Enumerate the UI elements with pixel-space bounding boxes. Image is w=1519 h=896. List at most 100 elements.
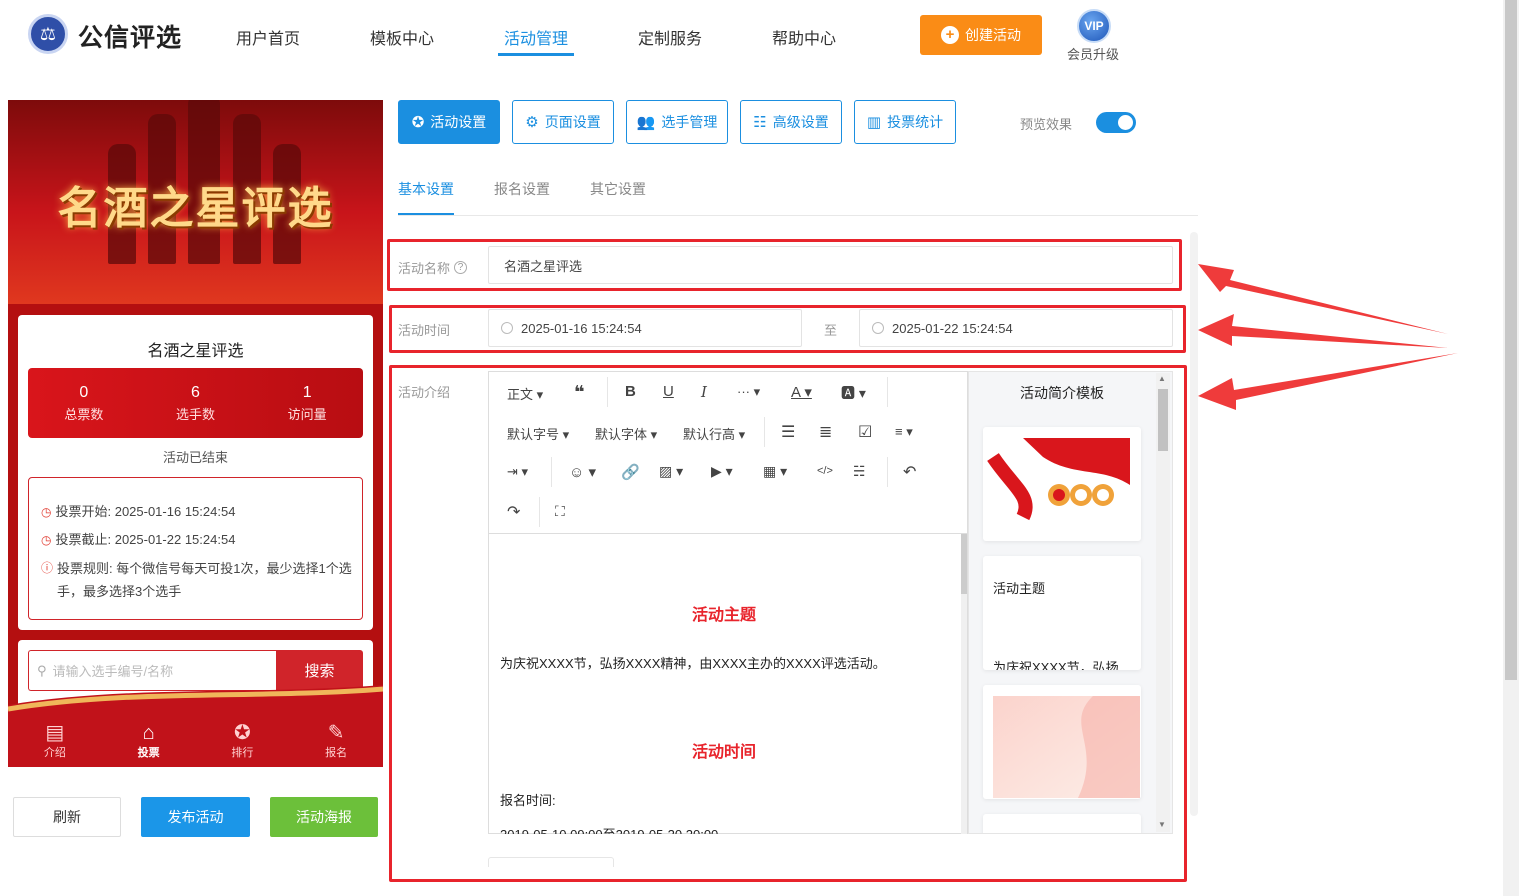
emoji-icon[interactable]: ☺ ▾ <box>569 463 596 481</box>
scroll-down-arrow-icon[interactable]: ▼ <box>1158 820 1166 829</box>
vip-upgrade-link[interactable]: 会员升级 <box>1067 44 1119 63</box>
tab-label: 报名 <box>325 747 348 759</box>
table-icon[interactable]: ▦ ▾ <box>763 463 787 480</box>
tab-ranking[interactable]: ✪ 排行 <box>196 718 290 767</box>
subtab-basic[interactable]: 基本设置 <box>398 179 454 199</box>
editor-content-area[interactable]: 活动主题 为庆祝XXXX节，弘扬XXXX精神，由XXXX主办的XXXX评选活动。… <box>489 534 959 834</box>
toolbar-separator <box>887 457 888 487</box>
editor-scrollbar-thumb[interactable] <box>961 534 967 594</box>
tab-vote[interactable]: ⌂ 投票 <box>102 718 196 767</box>
start-time-input[interactable]: 2025-01-16 15:24:54 <box>488 309 802 347</box>
vote-rules-box: ◷ 投票开始: 2025-01-16 15:24:54 ◷ 投票截止: 2025-0… <box>28 477 363 620</box>
tab-page-settings[interactable]: ⚙ 页面设置 <box>512 100 614 144</box>
line-height-label: 默认行高 <box>683 427 736 442</box>
numbered-list-icon[interactable]: ≣ <box>819 422 832 442</box>
banner-title: 名酒之星评选 <box>57 183 334 234</box>
activity-name-label-group: 活动名称 ? <box>398 258 468 277</box>
paragraph-format-dropdown[interactable]: 正文 ▾ <box>507 384 543 403</box>
line-height-dropdown[interactable]: 默认行高 ▾ <box>683 424 745 443</box>
search-icon: ⚲ <box>37 662 47 678</box>
stat-label: 选手数 <box>176 407 216 422</box>
divider-line-icon[interactable]: ☵ <box>853 463 866 480</box>
template-card-title: 活动主题 <box>993 581 1046 596</box>
checklist-icon[interactable]: ☑ <box>858 422 872 442</box>
poster-button[interactable]: 活动海报 <box>270 797 378 837</box>
tab-vote-statistics[interactable]: ▥ 投票统计 <box>854 100 956 144</box>
subtab-active-indicator <box>398 213 454 215</box>
template-panel-title: 活动简介模板 <box>1020 385 1104 401</box>
template-scrollbar-thumb[interactable] <box>1158 389 1168 451</box>
nav-home[interactable]: 用户首页 <box>236 25 300 49</box>
plus-icon: + <box>941 26 959 44</box>
editor-toolbar: 正文 ▾ ❝ B U I ··· ▾ A ▾ 🅰 ▾ 默认字号 ▾ 默认字体 ▾… <box>489 372 967 534</box>
help-icon[interactable]: ? <box>454 261 468 274</box>
stat-label: 总票数 <box>64 407 104 422</box>
content-paragraph: 2019-05-10 09:00至2019-05-20 20:00 <box>500 824 718 834</box>
template-card[interactable]: 活动主题 为庆祝XXXX节，弘扬 <box>983 556 1141 670</box>
link-icon[interactable]: 🔗 <box>621 463 640 481</box>
edit-form-icon: ✎ <box>327 722 345 744</box>
bold-icon[interactable]: B <box>625 383 636 400</box>
video-icon[interactable]: ▶ ▾ <box>711 463 733 480</box>
end-time-input[interactable]: 2025-01-22 15:24:54 <box>859 309 1173 347</box>
tab-activity-settings[interactable]: ✪ 活动设置 <box>398 100 500 144</box>
activity-intro-label: 活动介绍 <box>398 385 451 400</box>
nav-templates[interactable]: 模板中心 <box>370 25 434 49</box>
preview-activity-title: 名酒之星评选 <box>147 343 244 360</box>
tab-intro[interactable]: ▤ 介绍 <box>8 718 102 767</box>
create-activity-button[interactable]: + 创建活动 <box>920 15 1042 55</box>
brand-name[interactable]: 公信评选 <box>78 18 182 54</box>
redo-icon[interactable]: ↷ <box>507 502 520 522</box>
users-icon: 👥 <box>636 114 656 131</box>
nav-active-indicator <box>498 53 574 56</box>
arrow-to-time <box>1198 314 1448 348</box>
code-icon[interactable]: </> <box>817 465 833 477</box>
fullscreen-icon[interactable]: ⛶ <box>555 503 565 520</box>
subtab-signup[interactable]: 报名设置 <box>494 179 550 199</box>
more-options-dropdown[interactable]: ··· ▾ <box>737 384 760 400</box>
activity-status: 活动已结束 <box>162 450 228 465</box>
font-family-dropdown[interactable]: 默认字体 ▾ <box>595 424 657 443</box>
bullet-list-icon[interactable]: ☰ <box>781 422 795 442</box>
template-card[interactable] <box>983 685 1141 799</box>
tab-label: 高级设置 <box>772 114 829 130</box>
vote-end-text: 投票截止: 2025-01-22 15:24:54 <box>55 532 236 547</box>
underline-icon[interactable]: U <box>663 383 674 400</box>
scroll-up-arrow-icon[interactable]: ▲ <box>1158 374 1166 383</box>
font-size-dropdown[interactable]: 默认字号 ▾ <box>507 424 569 443</box>
book-icon: ▤ <box>45 722 65 744</box>
indent-dropdown-icon[interactable]: ⇥ ▾ <box>507 464 528 480</box>
tab-signup[interactable]: ✎ 报名 <box>289 718 383 767</box>
undo-icon[interactable]: ↶ <box>903 462 916 482</box>
page-scrollbar-thumb[interactable] <box>1505 0 1517 680</box>
publish-button[interactable]: 发布活动 <box>141 797 250 837</box>
tab-label: 投票统计 <box>887 114 944 130</box>
tab-advanced-settings[interactable]: ☷ 高级设置 <box>740 100 842 144</box>
template-card[interactable] <box>983 427 1141 541</box>
subtab-other[interactable]: 其它设置 <box>590 179 646 199</box>
search-placeholder: 请输入选手编号/名称 <box>52 664 174 679</box>
font-color-icon[interactable]: A ▾ <box>791 383 812 401</box>
image-icon[interactable]: ▨ ▾ <box>659 463 683 480</box>
italic-icon[interactable]: I <box>701 383 707 401</box>
nav-custom-service[interactable]: 定制服务 <box>638 25 702 49</box>
refresh-button[interactable]: 刷新 <box>13 797 121 837</box>
stat-value: 6 <box>191 384 200 401</box>
nav-help[interactable]: 帮助中心 <box>772 25 836 49</box>
paragraph-format-label: 正文 <box>507 387 534 402</box>
preview-toggle[interactable] <box>1096 112 1136 133</box>
stat-label: 访问量 <box>287 407 327 422</box>
align-dropdown-icon[interactable]: ≡ ▾ <box>895 424 913 440</box>
quote-icon[interactable]: ❝ <box>574 382 585 403</box>
tab-contestant-management[interactable]: 👥 选手管理 <box>626 100 728 144</box>
clock-icon: ◷ <box>41 505 52 519</box>
vip-badge-icon[interactable]: VIP <box>1077 9 1111 43</box>
activity-name-input[interactable]: 名酒之星评选 <box>488 246 1173 284</box>
mobile-preview: 名酒之星评选 名酒之星评选 0 总票数 6 选手数 1 访问量 活动已结束 ◷ 投… <box>8 100 383 767</box>
background-color-icon[interactable]: 🅰 ▾ <box>841 383 866 403</box>
editor-resize-handle[interactable] <box>488 857 614 867</box>
template-card[interactable] <box>983 814 1141 833</box>
brand-logo-icon[interactable]: ⚖ <box>28 14 68 54</box>
font-size-label: 默认字号 <box>507 427 560 442</box>
nav-activity-management[interactable]: 活动管理 <box>504 25 568 49</box>
